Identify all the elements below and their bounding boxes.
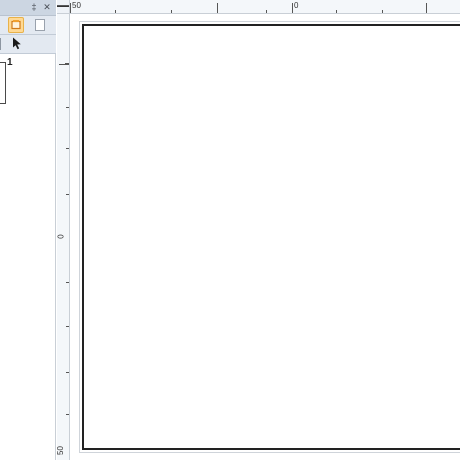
panel-toolbar	[0, 16, 56, 35]
ruler-tick	[266, 10, 267, 13]
arrow-pointer-icon	[13, 37, 21, 50]
ruler-tick	[66, 194, 69, 195]
ruler-tick	[59, 64, 69, 65]
toolbar-separator	[0, 38, 1, 50]
page-thumbnail[interactable]	[0, 62, 6, 104]
horizontal-ruler[interactable]: 50 0	[70, 0, 460, 14]
page-boundary[interactable]	[82, 24, 460, 450]
ruler-tick	[336, 10, 337, 13]
ruler-tick	[115, 10, 116, 13]
ruler-tick	[70, 3, 71, 13]
pin-icon[interactable]: ‡	[28, 1, 40, 14]
pages-panel: ‡ ✕ 1	[0, 0, 56, 460]
page-thumbnail-number: 1	[7, 57, 13, 68]
ruler-tick	[66, 148, 69, 149]
page-button[interactable]	[32, 17, 48, 33]
panel-toolbar-secondary	[0, 35, 56, 54]
ruler-tick	[426, 3, 427, 13]
ruler-tick	[66, 372, 69, 373]
panel-titlebar: ‡ ✕	[0, 0, 56, 16]
ruler-tick	[66, 282, 69, 283]
page-icon	[35, 19, 45, 31]
document-area: ▬▬ 50 0 0 50	[55, 0, 460, 460]
vertical-ruler[interactable]: 0 50	[55, 14, 70, 460]
document-canvas[interactable]	[70, 14, 460, 460]
ruler-tick	[217, 3, 218, 13]
close-icon[interactable]: ✕	[41, 1, 53, 14]
ruler-label: 0	[294, 1, 299, 10]
ruler-tick	[292, 3, 293, 13]
pages-tool-icon	[11, 20, 21, 30]
pages-tool-button[interactable]	[8, 17, 24, 33]
application-window: ‡ ✕ 1 ▬▬ 50 0 0 50	[0, 0, 460, 460]
ruler-tick	[382, 10, 383, 13]
ruler-tick	[66, 414, 69, 415]
page-thumbnail-list: 1	[0, 54, 56, 460]
ruler-tick	[66, 326, 69, 327]
ruler-label: 0	[56, 234, 66, 239]
ruler-tick	[171, 10, 172, 13]
ruler-label: 50	[72, 1, 81, 10]
ruler-tick	[66, 107, 69, 108]
ruler-unit-corner[interactable]: ▬▬	[57, 0, 70, 14]
ruler-label: 50	[55, 446, 65, 455]
pointer-tool-button[interactable]	[10, 36, 26, 52]
